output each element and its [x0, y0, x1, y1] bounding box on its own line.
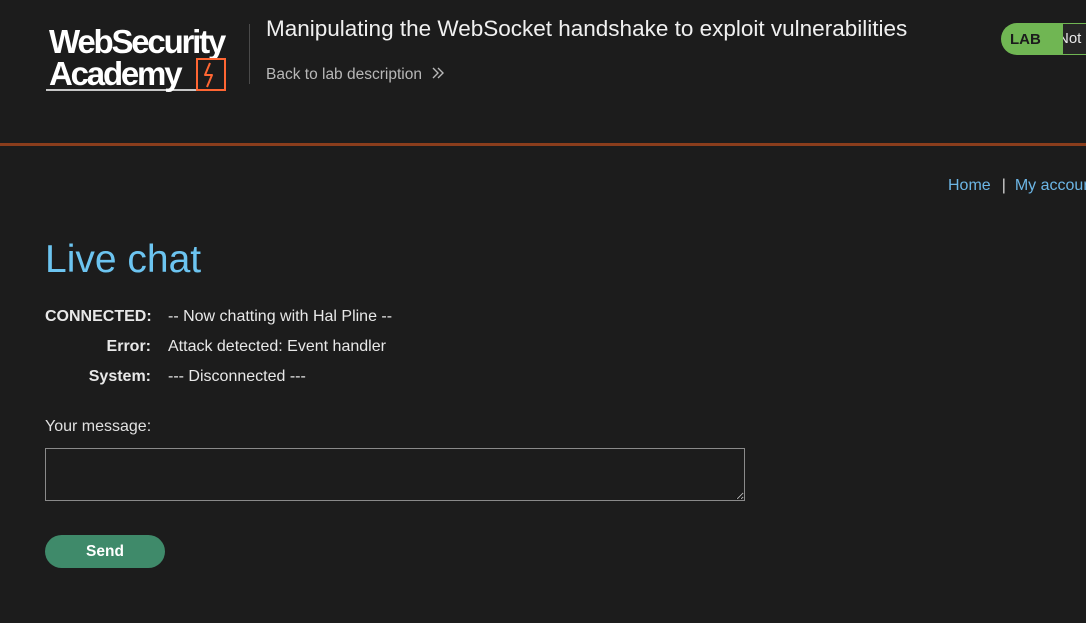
back-link-label: Back to lab description — [266, 66, 422, 84]
site-header: WebSecurity Academy Manipulating the Web… — [0, 0, 1086, 143]
nav-separator: | — [1001, 177, 1006, 194]
chat-message-sender: CONNECTED: — [45, 308, 152, 325]
chat-message-text: --- Disconnected --- — [168, 368, 306, 385]
nav-my-account-link[interactable]: My account — [1015, 177, 1086, 194]
svg-text:Academy: Academy — [49, 55, 183, 92]
double-chevron-right-icon — [432, 65, 445, 85]
chat-message-text: -- Now chatting with Hal Pline -- — [168, 308, 393, 325]
lab-badge: LAB — [1001, 23, 1063, 55]
logo-icon: WebSecurity Academy — [46, 23, 229, 92]
chat-message-row: CONNECTED: -- Now chatting with Hal Pline… — [45, 307, 745, 337]
chat-message-row: Error: Attack detected: Event handler — [45, 337, 745, 367]
message-label: Your message: — [45, 418, 152, 435]
chat-message-sender: System: — [88, 368, 151, 385]
back-to-lab-description-link[interactable]: Back to lab description — [266, 65, 445, 85]
lab-status-widget: Not solved LAB — [1001, 23, 1086, 55]
top-nav: Home | My account — [948, 176, 1086, 196]
web-security-academy-logo[interactable]: WebSecurity Academy — [46, 22, 248, 94]
chat-log: CONNECTED: -- Now chatting with Hal Pline… — [45, 307, 745, 397]
lab-title: Manipulating the WebSocket handshake to … — [266, 16, 908, 41]
logo-divider — [249, 24, 250, 84]
lightning-bolt-icon — [204, 62, 213, 88]
send-button[interactable]: Send — [45, 535, 165, 568]
header-divider — [0, 143, 1086, 146]
nav-home-link[interactable]: Home — [948, 177, 991, 194]
page-title: Live chat — [45, 238, 202, 281]
message-input[interactable] — [45, 448, 745, 501]
chat-message-text: Attack detected: Event handler — [168, 338, 386, 355]
chat-message-row: System: --- Disconnected --- — [45, 367, 745, 397]
chat-message-sender: Error: — [106, 338, 151, 355]
